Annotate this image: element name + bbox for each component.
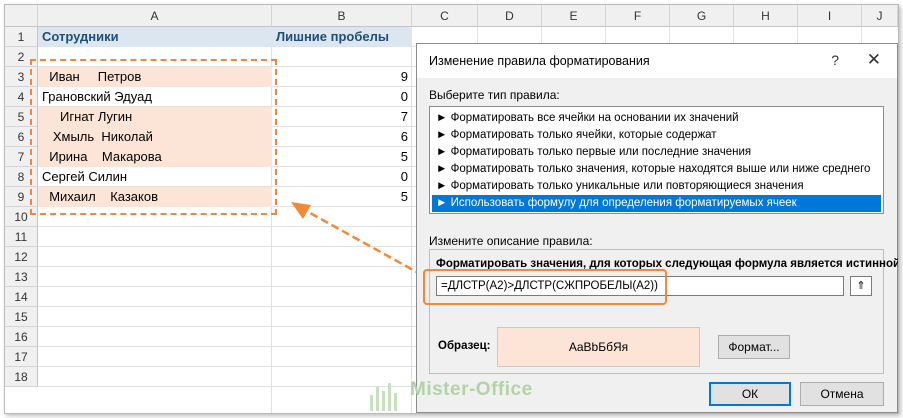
rule-type-item[interactable]: ► Форматировать только ячейки, которые с… (432, 127, 881, 144)
excel-window: A B C D E F G H I J 1 2 3 4 5 6 7 8 9 10… (4, 4, 899, 414)
collapse-dialog-icon[interactable]: ⇑ (850, 276, 872, 296)
help-icon[interactable]: ? (831, 52, 839, 68)
select-rule-type-label: Выберите тип правила: (429, 88, 560, 102)
edit-formatting-rule-dialog: Изменение правила форматирования ? ✕ Выб… (416, 43, 898, 413)
format-preview: AaBbБбЯя (497, 327, 700, 367)
rule-type-item[interactable]: ► Форматировать все ячейки на основании … (432, 110, 881, 127)
rule-type-item[interactable]: ► Форматировать только уникальные или по… (432, 178, 881, 195)
sample-label: Образец: (438, 340, 491, 352)
watermark-logo-icon (370, 383, 397, 411)
rule-type-list[interactable]: ► Форматировать все ячейки на основании … (429, 106, 884, 214)
cancel-button[interactable]: Отмена (800, 382, 884, 406)
edit-description-label: Измените описание правила: (429, 234, 593, 248)
format-button[interactable]: Формат... (718, 335, 790, 359)
watermark-text: Mister-Office (410, 379, 533, 400)
formula-highlight-box (423, 269, 667, 305)
rule-type-item-selected[interactable]: ► Использовать формулу для определения ф… (432, 195, 881, 212)
dialog-title: Изменение правила форматирования (429, 54, 650, 68)
close-icon[interactable]: ✕ (867, 50, 881, 70)
rule-type-item[interactable]: ► Форматировать только первые или послед… (432, 144, 881, 161)
ok-button[interactable]: ОК (709, 382, 791, 406)
rule-description-group: Форматировать значения, для которых след… (429, 249, 898, 374)
rule-type-item[interactable]: ► Форматировать только значения, которые… (432, 161, 881, 178)
dialog-titlebar: Изменение правила форматирования ? ✕ (417, 44, 897, 78)
